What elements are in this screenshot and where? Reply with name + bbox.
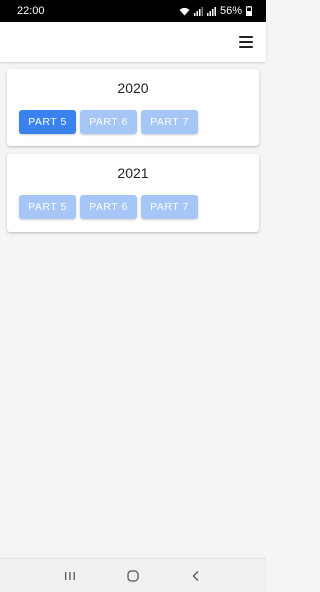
battery-icon	[246, 6, 252, 16]
hamburger-menu-icon[interactable]	[238, 34, 254, 50]
part-6-button[interactable]: PART 6	[80, 110, 137, 134]
status-icons: 56%	[179, 5, 252, 17]
status-time: 22:00	[17, 5, 45, 17]
part-6-button[interactable]: PART 6	[80, 195, 137, 219]
card-year-title: 2021	[117, 165, 149, 181]
signal-icon	[206, 6, 216, 16]
system-nav-bar	[0, 558, 266, 592]
year-card-2021: 2021 PART 5 PART 6 PART 7	[7, 154, 259, 232]
battery-level: 56%	[219, 5, 242, 17]
wifi-icon	[179, 7, 190, 15]
home-icon[interactable]	[123, 566, 143, 586]
part-7-button[interactable]: PART 7	[141, 195, 198, 219]
year-card-2020: 2020 PART 5 PART 6 PART 7	[7, 69, 259, 146]
part-7-button[interactable]: PART 7	[141, 110, 198, 134]
part-5-button[interactable]: PART 5	[19, 195, 76, 219]
part-5-button[interactable]: PART 5	[19, 110, 76, 134]
app-bar	[0, 22, 266, 62]
part-button-row: PART 5 PART 6 PART 7	[19, 110, 198, 134]
back-icon[interactable]	[186, 566, 206, 586]
recents-icon[interactable]	[60, 566, 80, 586]
status-bar: 22:00 56%	[0, 0, 266, 22]
part-button-row: PART 5 PART 6 PART 7	[19, 195, 198, 219]
card-year-title: 2020	[117, 80, 149, 96]
signal-icon	[193, 6, 203, 16]
